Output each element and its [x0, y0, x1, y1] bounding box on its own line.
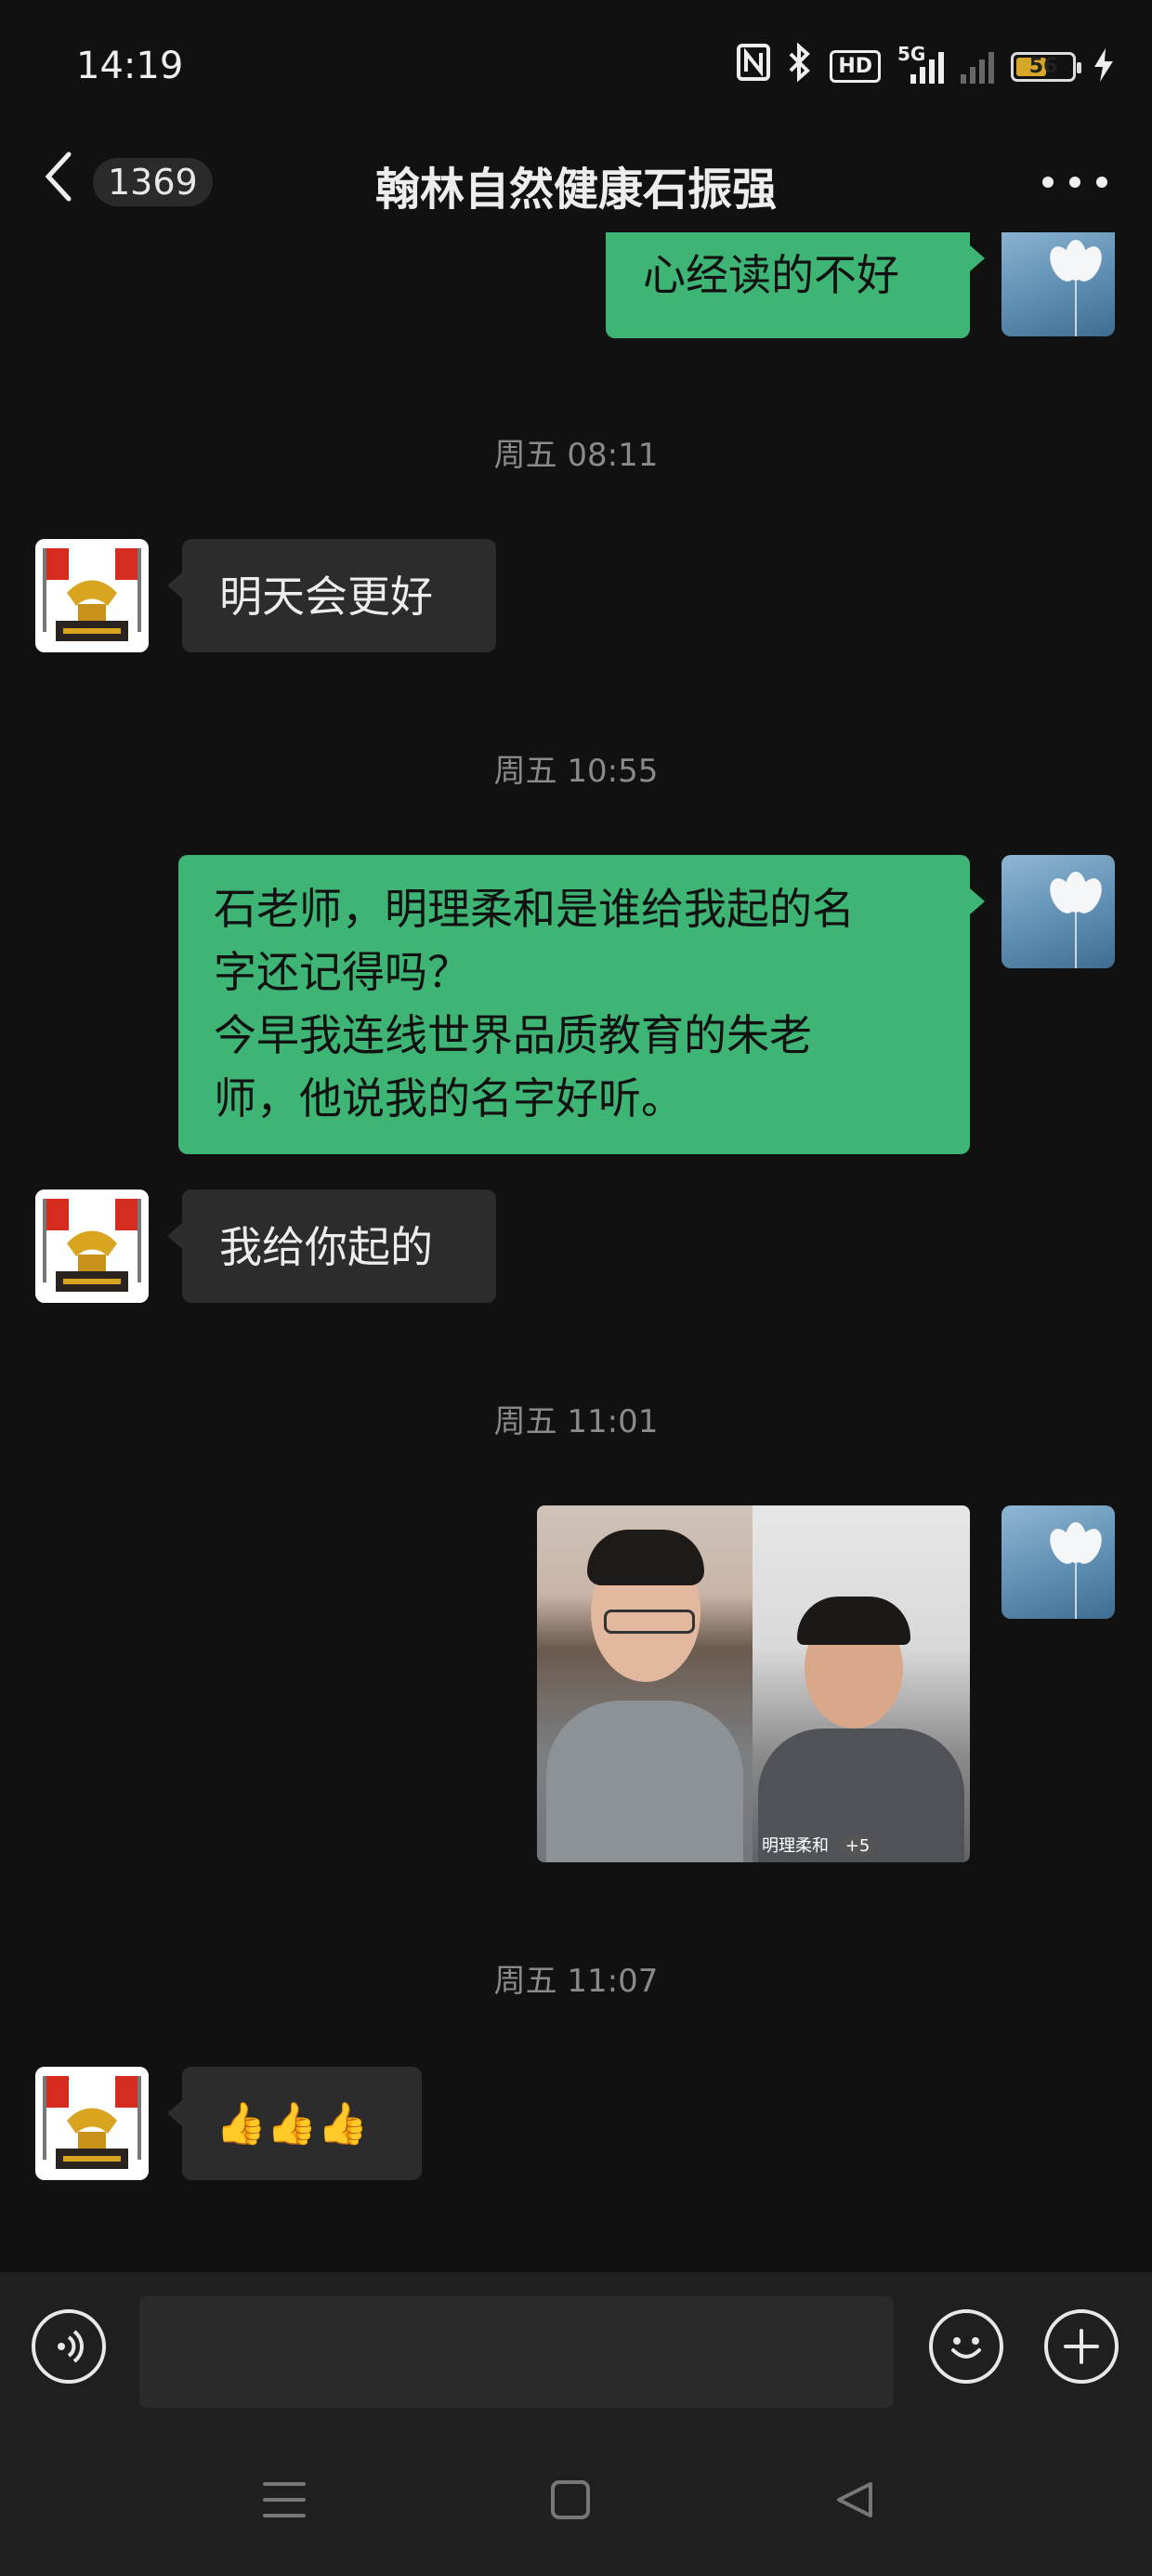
timestamp: 周五 10:55: [493, 753, 659, 790]
message-image[interactable]: 明理柔和 +5: [537, 1505, 970, 1862]
chat-header: 1369 翰林自然健康石振强: [0, 130, 1152, 232]
trophy-avatar-image: [35, 1189, 149, 1303]
plus-icon: [1064, 2329, 1099, 2364]
voice-icon: [58, 2330, 84, 2363]
lotus-avatar-image: [1050, 1522, 1102, 1619]
battery-icon: 56: [1011, 51, 1081, 82]
timestamp: 周五 11:01: [493, 1403, 659, 1440]
timestamp: 周五 11:07: [493, 1963, 659, 2000]
lotus-avatar-image: [1050, 872, 1102, 968]
video-call-left-frame: [537, 1505, 753, 1862]
message-line: 今早我连线世界品质教育的朱老: [214, 1010, 812, 1060]
message-text: 我给你起的: [219, 1222, 433, 1272]
input-bar: [0, 2272, 1152, 2425]
image-caption: 明理柔和 +5: [762, 1833, 876, 1857]
video-call-right-frame: 明理柔和 +5: [753, 1505, 970, 1862]
status-bar: 14:19 HD 5G 56: [0, 0, 1152, 130]
signal-5g-icon: 5G: [897, 43, 944, 84]
trophy-avatar-image: [35, 539, 149, 652]
message-line: 石老师，明理柔和是谁给我起的名: [214, 884, 855, 934]
nav-menu-button[interactable]: [256, 2472, 312, 2528]
bluetooth-icon: [787, 42, 813, 90]
battery-level: 56: [1028, 54, 1058, 78]
more-button[interactable]: [1042, 154, 1107, 210]
page-title: 翰林自然健康石振强: [374, 164, 777, 216]
home-square-icon: [551, 2480, 590, 2519]
lotus-avatar-image: [1050, 240, 1102, 336]
message-line: 师，他说我的名字好听。: [214, 1073, 684, 1124]
voice-button[interactable]: [32, 2309, 106, 2384]
message-list[interactable]: 心经读的不好 周五 08:11 明天会更好 周五 10:55 石老师，明理柔和是…: [0, 232, 1152, 2272]
signal-bars-2-icon: [961, 50, 994, 84]
back-triangle-icon: [837, 2482, 872, 2517]
plus-button[interactable]: [1044, 2309, 1119, 2384]
status-icons: HD 5G 56: [737, 43, 1115, 90]
avatar-contact[interactable]: [35, 539, 149, 652]
menu-icon: [263, 2482, 306, 2517]
message-text: 明天会更好: [219, 572, 433, 622]
avatar-contact[interactable]: [35, 2067, 149, 2180]
avatar-self[interactable]: [1001, 1505, 1115, 1619]
nfc-icon: [737, 44, 771, 89]
more-dots-icon: [1042, 177, 1054, 188]
caption-badge: +5: [839, 1836, 876, 1856]
thumbs-up-emoji: 👍👍👍: [216, 2100, 369, 2148]
network-type: 5G: [897, 42, 926, 65]
hd-voice-icon: HD: [830, 50, 881, 83]
nav-home-button[interactable]: [543, 2472, 598, 2528]
emoji-button[interactable]: [929, 2309, 1003, 2384]
message-bubble-received[interactable]: 我给你起的: [167, 1189, 496, 1303]
status-time: 14:19: [76, 45, 184, 87]
avatar-self[interactable]: [1001, 232, 1115, 336]
avatar-self[interactable]: [1001, 855, 1115, 968]
emoji-icon: [951, 2337, 981, 2359]
message-bubble-sent[interactable]: 石老师，明理柔和是谁给我起的名 字还记得吗？ 今早我连线世界品质教育的朱老 师，…: [178, 855, 985, 1154]
trophy-avatar-image: [35, 2067, 149, 2180]
message-input[interactable]: [139, 2296, 894, 2408]
message-bubble-received[interactable]: 👍👍👍: [167, 2067, 422, 2180]
timestamp: 周五 08:11: [493, 437, 659, 474]
message-bubble-received[interactable]: 明天会更好: [167, 539, 496, 652]
message-line: 字还记得吗？: [214, 947, 470, 997]
avatar-contact[interactable]: [35, 1189, 149, 1303]
nav-back-button[interactable]: [827, 2472, 883, 2528]
charging-icon: [1093, 46, 1115, 87]
system-nav-bar: [0, 2425, 1152, 2576]
message-bubble-sent[interactable]: 心经读的不好: [606, 232, 985, 338]
message-text: 心经读的不好: [643, 250, 899, 300]
